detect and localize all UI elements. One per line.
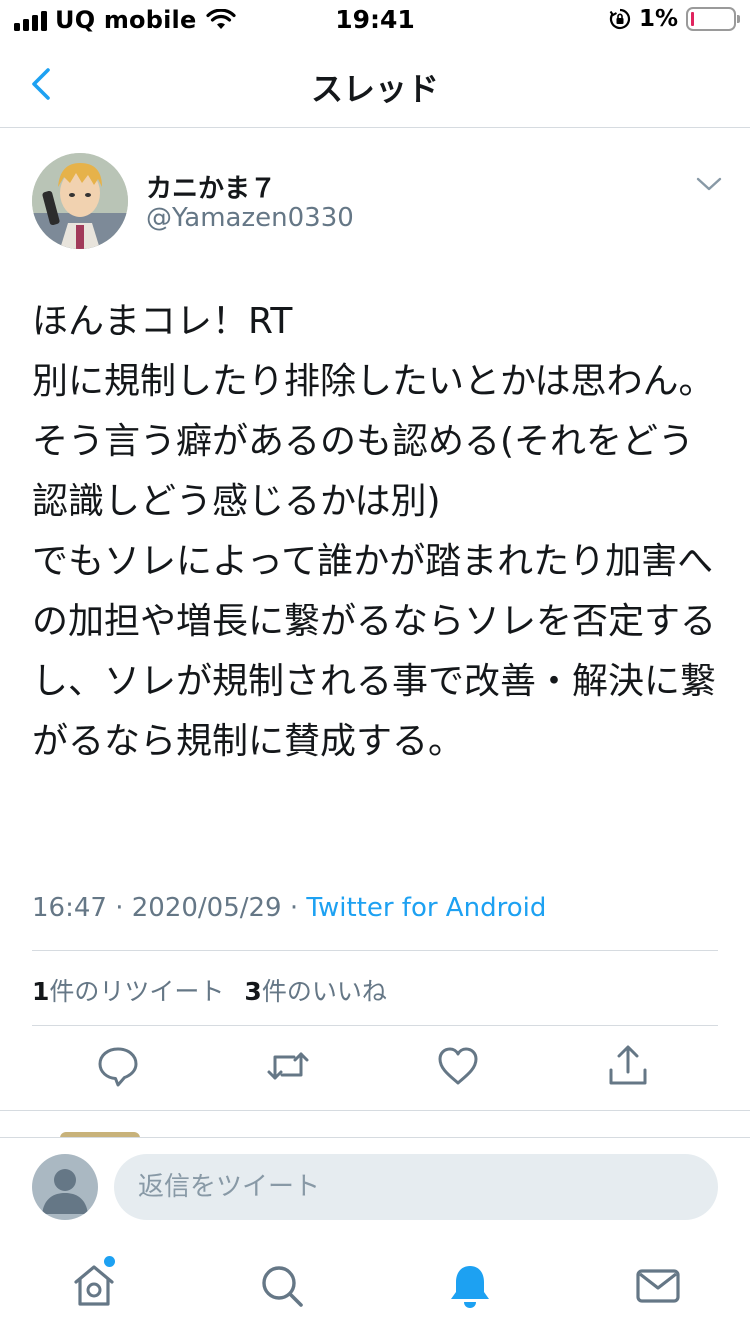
battery-icon xyxy=(686,7,740,31)
page-title: スレッド xyxy=(310,70,439,108)
retweet-count: 1 xyxy=(32,977,50,1006)
reply-input[interactable] xyxy=(114,1154,718,1220)
tweet-stats: 1件のリツイート 3件のいいね xyxy=(32,972,387,1008)
tweet-time: 16:47 xyxy=(32,893,107,923)
more-options-button[interactable] xyxy=(694,172,724,196)
section-divider xyxy=(0,1110,750,1111)
divider xyxy=(32,1025,718,1026)
like-stat[interactable]: 3件のいいね xyxy=(244,977,386,1006)
home-icon[interactable] xyxy=(70,1262,118,1310)
retweet-icon[interactable] xyxy=(266,1044,310,1088)
default-avatar-icon xyxy=(42,1169,88,1214)
tweet-text: ほんまコレ！RT 別に規制したり排除したいとかは思わん。そう言う癖があるのも認め… xyxy=(32,301,717,762)
messages-icon[interactable] xyxy=(634,1262,682,1310)
orientation-lock-icon xyxy=(609,8,631,30)
my-avatar[interactable] xyxy=(32,1154,98,1220)
meta-separator: · xyxy=(289,893,299,923)
tweet-date: 2020/05/29 xyxy=(131,893,282,923)
like-count: 3 xyxy=(244,977,262,1006)
nav-header: スレッド xyxy=(0,40,750,128)
retweet-label: 件のリツイート xyxy=(49,977,225,1006)
tweet-meta: 16:47 · 2020/05/29 · Twitter for Android xyxy=(32,893,546,923)
battery-percent: 1% xyxy=(638,6,678,32)
like-icon[interactable] xyxy=(436,1044,480,1088)
chevron-down-icon xyxy=(696,177,722,191)
avatar-image xyxy=(32,153,128,249)
retweet-stat[interactable]: 1件のリツイート xyxy=(32,977,224,1006)
like-label: 件のいいね xyxy=(261,977,387,1006)
search-icon[interactable] xyxy=(258,1262,306,1310)
share-icon[interactable] xyxy=(606,1044,650,1088)
reply-icon[interactable] xyxy=(96,1044,140,1088)
reply-bar-divider xyxy=(0,1137,750,1138)
meta-separator: · xyxy=(115,893,124,923)
author-name[interactable]: カニかま７ xyxy=(146,168,276,205)
notifications-icon[interactable] xyxy=(446,1262,494,1310)
divider xyxy=(32,950,718,951)
author-handle[interactable]: @Yamazen0330 xyxy=(146,203,354,233)
home-new-indicator xyxy=(104,1256,115,1267)
status-right: 1% xyxy=(609,6,740,32)
tweet-actions xyxy=(0,1044,750,1096)
avatar[interactable] xyxy=(32,153,128,249)
tweet-source-link[interactable]: Twitter for Android xyxy=(306,893,546,923)
status-bar: UQ mobile 19:41 1% xyxy=(0,0,750,40)
